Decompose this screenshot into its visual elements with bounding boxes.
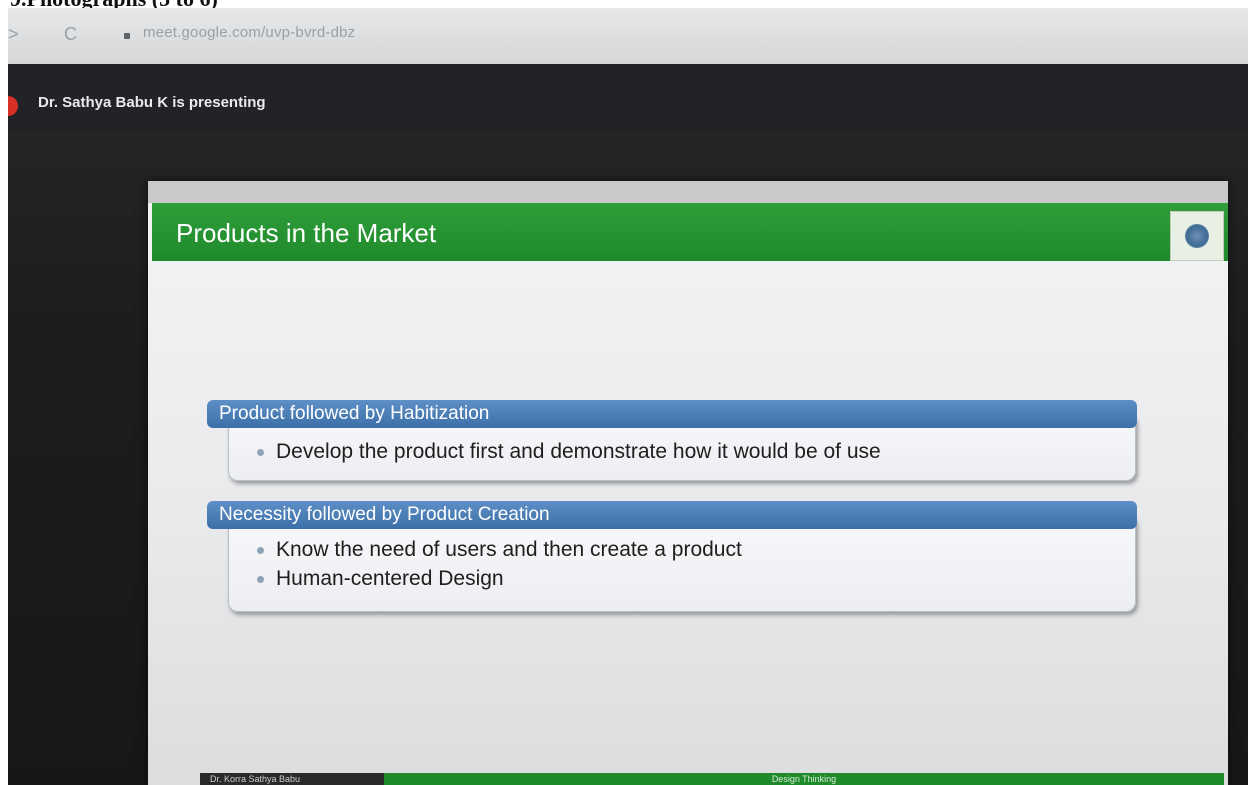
bullet-dot-icon [257,546,264,554]
reload-icon[interactable]: C [64,24,77,44]
bullet-item: Human-centered Design [257,567,504,591]
meet-presenting-bar: Dr. Sathya Babu K is presenting [8,64,1248,132]
section-heading: Product followed by Habitization [207,400,1137,428]
section-heading: Necessity followed by Product Creation [207,501,1137,529]
section-box-product-creation: Necessity followed by Product Creation K… [207,501,1137,612]
section-box-habitization: Product followed by Habitization Develop… [207,400,1137,481]
slide-header: Products in the Market [152,203,1228,261]
bullet-item: Know the need of users and then create a… [257,538,742,562]
slide-footer-course: Design Thinking [384,773,1224,785]
bullet-text: Human-centered Design [276,567,504,590]
bullet-item: Develop the product first and demonstrat… [257,440,881,464]
lock-icon [124,33,130,39]
bullet-text: Know the need of users and then create a… [276,538,742,561]
bullet-dot-icon [257,575,264,583]
institute-logo-icon [1170,211,1224,261]
presenting-label: Dr. Sathya Babu K is presenting [38,94,266,111]
presenting-indicator-icon [8,96,18,116]
monitor-screen: > C meet.google.com/uvp-bvrd-dbz Dr. Sat… [8,8,1248,785]
browser-toolbar: > C meet.google.com/uvp-bvrd-dbz [8,8,1248,64]
slide-footer-author: Dr. Korra Sathya Babu [200,773,384,785]
address-bar[interactable]: meet.google.com/uvp-bvrd-dbz [143,24,355,41]
back-arrow-icon[interactable]: > [8,24,19,44]
bullet-text: Develop the product first and demonstrat… [276,440,881,463]
bullet-dot-icon [257,448,264,456]
slide-top-strip [148,181,1228,203]
slide-title: Products in the Market [176,218,437,248]
presentation-slide: Products in the Market Product followed … [148,181,1228,785]
